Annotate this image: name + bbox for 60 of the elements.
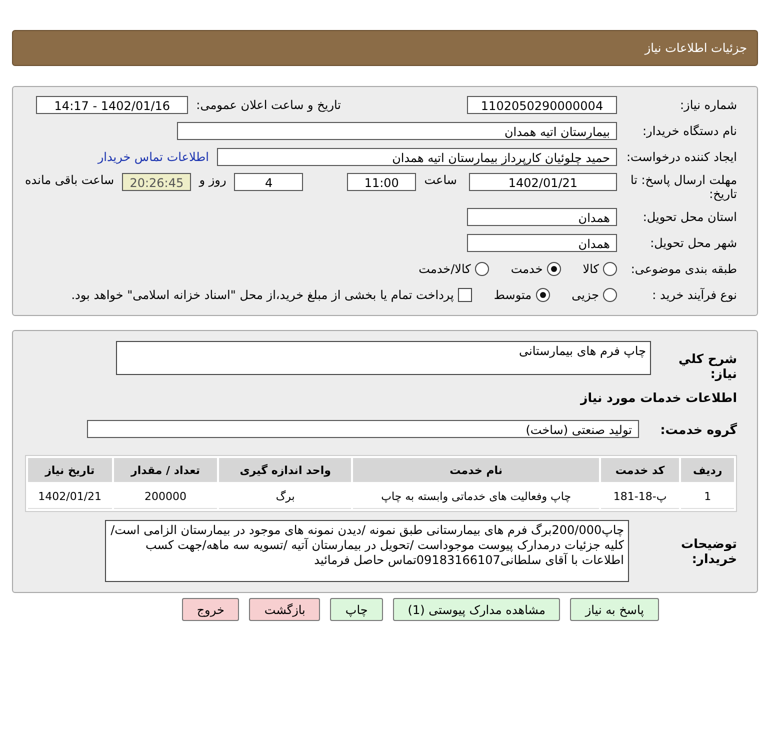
- page-title: جزئیات اطلاعات نیاز: [12, 30, 758, 66]
- column-header: کد خدمت: [600, 458, 680, 482]
- description-field: چاپ فرم های بیمارستانی: [116, 341, 651, 375]
- remaining-time-field: 20:26:45: [122, 173, 192, 191]
- field-label: تاریخ و ساعت اعلان عمومی:: [196, 98, 341, 112]
- radio-button[interactable]: [603, 288, 617, 302]
- field-label: ایجاد کننده درخواست:: [625, 150, 737, 164]
- field-label: توضیحات خریدار:: [680, 536, 737, 566]
- radio-button[interactable]: [603, 262, 617, 276]
- need-number-field: 1102050290000004: [467, 96, 617, 114]
- action-button[interactable]: چاپ: [330, 598, 383, 621]
- field-label: شماره نیاز:: [679, 98, 737, 112]
- field-label: نام دستگاه خریدار:: [642, 124, 737, 138]
- column-header: تعداد / مقدار: [114, 458, 218, 482]
- radio-label: خدمت: [510, 262, 543, 276]
- table-cell: برگ: [219, 484, 352, 509]
- radio-label: کالا: [582, 262, 599, 276]
- deadline-date-field: 1402/01/21: [468, 173, 617, 191]
- column-header: نام خدمت: [353, 458, 599, 482]
- table-cell: چاپ وفعالیت های خدماتی وابسته به چاپ: [353, 484, 599, 509]
- days-field: 4: [234, 173, 304, 191]
- field-label: روز و: [199, 173, 226, 187]
- action-button[interactable]: پاسخ به نیاز: [570, 598, 659, 621]
- column-header: واحد اندازه گیری: [219, 458, 352, 482]
- radio-button[interactable]: [474, 262, 489, 276]
- city-field: همدان: [467, 234, 617, 252]
- checkbox-label: پرداخت تمام یا بخشی از مبلغ خرید،از محل "اسناد خزانه اسلامی" خواهد بود.: [71, 288, 454, 302]
- field-label: گروه خدمت:: [659, 422, 737, 436]
- field-label: نوع فرآیند خرید :: [651, 288, 737, 302]
- section-title: اطلاعات خدمات مورد نیاز: [579, 390, 737, 404]
- checkbox[interactable]: [458, 288, 472, 302]
- table-cell: 1402/01/21: [28, 484, 112, 509]
- radio-label: متوسط: [494, 288, 532, 302]
- table-cell: پ-18-181: [600, 484, 680, 509]
- field-label: استان محل تحویل:: [642, 210, 737, 224]
- field-label: طبقه بندی موضوعی:: [630, 262, 737, 276]
- field-label: مهلت ارسال پاسخ: تا تاریخ:: [629, 173, 737, 201]
- action-button[interactable]: خروج: [182, 598, 240, 621]
- buyer-notes-field: چاپ200/000برگ فرم های بیمارستانی طبق نمونه /دیدن نمونه های موجود در بیمارستان الزامی است/کلیه جزئیات درمدارک پیوست موجوداست /تحویل در بیمارستان آتیه /تسویه سه ماهه/جهت کسب اطلاعات با آقای سلطانی09183166107تماس حاصل فرمائید: [105, 520, 629, 582]
- radio-label: جزیی: [572, 288, 599, 302]
- service-group-field: تولید صنعتی (ساخت): [87, 420, 639, 438]
- radio-button[interactable]: [536, 288, 550, 302]
- radio-label: کالا/خدمت: [418, 262, 471, 276]
- action-button[interactable]: بازگشت: [249, 598, 320, 621]
- radio-button[interactable]: [546, 262, 561, 276]
- announce-date-field: 1402/01/16 - 14:17: [36, 96, 188, 114]
- column-header: ردیف: [681, 458, 734, 482]
- deadline-time-field: 11:00: [347, 173, 416, 191]
- buyer-org-field: بیمارستان اتیه همدان: [177, 122, 617, 140]
- field-label: شهر محل تحویل:: [649, 236, 737, 250]
- column-header: تاریخ نیاز: [28, 458, 112, 482]
- requester-field: حمید چلوئیان کارپرداز بیمارستان اتیه همدان: [217, 148, 617, 166]
- table-cell: 1: [681, 484, 734, 509]
- field-label: ساعت: [424, 173, 457, 187]
- table-cell: 200000: [114, 484, 218, 509]
- action-button[interactable]: مشاهده مدارک پیوستی (1): [392, 598, 560, 621]
- field-label: ساعت باقی مانده: [25, 173, 114, 187]
- field-label: شرح کلي نياز:: [678, 351, 737, 381]
- province-field: همدان: [467, 208, 617, 226]
- contact-link[interactable]: اطلاعات تماس خریدار: [98, 150, 209, 164]
